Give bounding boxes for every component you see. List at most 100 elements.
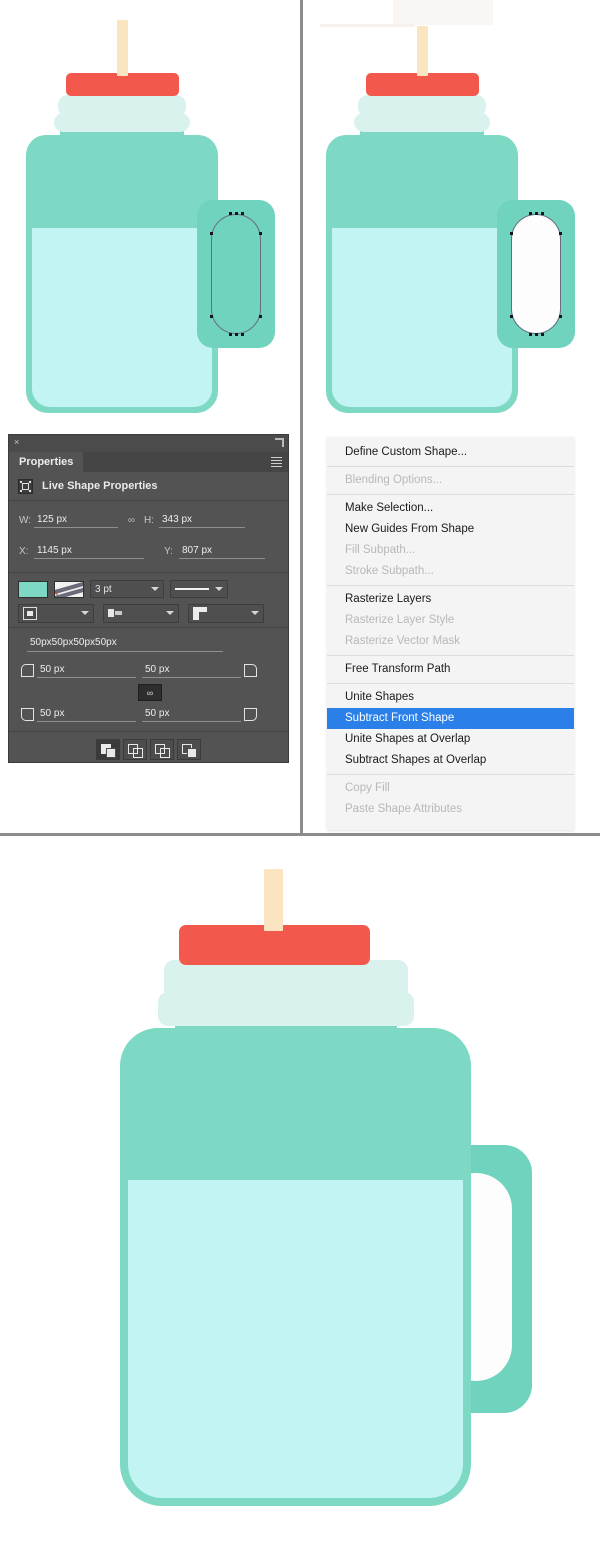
jar-neck-ring-upper xyxy=(358,95,486,117)
panel-tabrow: Properties xyxy=(9,452,288,472)
menu-item[interactable]: New Guides From Shape xyxy=(327,519,574,540)
path-anchor-point[interactable] xyxy=(510,315,513,318)
path-anchor-point[interactable] xyxy=(210,315,213,318)
jar-water xyxy=(32,228,212,407)
panel-menu-icon[interactable] xyxy=(271,457,282,467)
path-anchor-point[interactable] xyxy=(535,212,538,215)
live-shape-properties-label: Live Shape Properties xyxy=(42,480,158,492)
menu-separator xyxy=(327,494,574,495)
path-anchor-point[interactable] xyxy=(229,333,232,336)
screenshot-root: × Properties Live Shape Properties W: 12… xyxy=(0,0,600,1553)
collapse-panel-icon[interactable] xyxy=(275,438,284,447)
menu-item: Paste Shape Attributes xyxy=(345,803,462,815)
stroke-style-dropdown[interactable] xyxy=(170,580,228,598)
corner-top-right-icon xyxy=(244,664,257,677)
all-corners-input[interactable]: 50px50px50px50px xyxy=(27,636,223,652)
path-anchor-point[interactable] xyxy=(541,212,544,215)
horizontal-divider xyxy=(0,833,600,836)
tab-properties[interactable]: Properties xyxy=(9,452,84,472)
straw-top-overlay xyxy=(264,869,283,931)
radius-bottom-left-input[interactable]: 50 px xyxy=(37,707,136,722)
menu-item[interactable]: Unite Shapes xyxy=(327,687,574,708)
path-anchor-point[interactable] xyxy=(229,212,232,215)
menu-item[interactable]: Free Transform Path xyxy=(327,659,574,680)
path-anchor-point[interactable] xyxy=(541,333,544,336)
path-anchor-point[interactable] xyxy=(241,212,244,215)
chevron-down-icon xyxy=(151,587,159,591)
bottom-corners-row: 50 px 50 px xyxy=(21,704,278,725)
live-shape-icon xyxy=(18,478,33,494)
menu-item: Fill Subpath... xyxy=(345,544,416,556)
menu-item[interactable]: Rasterize Layers xyxy=(327,589,574,610)
stroke-corners-icon xyxy=(193,606,207,620)
jar-neck-ring-upper xyxy=(58,95,186,117)
link-corner-radii-button[interactable]: ∞ xyxy=(137,684,162,701)
close-icon[interactable]: × xyxy=(14,438,22,447)
width-label: W: xyxy=(19,514,32,526)
path-anchor-point[interactable] xyxy=(210,232,213,235)
corner-radius-section: 50px50px50px50px 50 px 50 px ∞ 50 px 50 … xyxy=(9,628,288,732)
subtract-front-shape-button[interactable] xyxy=(123,739,147,760)
path-anchor-point[interactable] xyxy=(529,333,532,336)
jar-illustration-panel-3 xyxy=(0,840,600,1553)
jar-neck-ring-upper xyxy=(164,960,408,1000)
menu-item[interactable]: Make Selection... xyxy=(327,498,574,519)
height-input[interactable]: 343 px xyxy=(159,513,245,528)
y-input[interactable]: 807 px xyxy=(179,544,265,559)
menu-item: Blending Options... xyxy=(345,474,443,486)
stroke-corners-dropdown[interactable] xyxy=(188,603,264,623)
path-anchor-point[interactable] xyxy=(241,333,244,336)
menu-item: Rasterize Vector Mask xyxy=(345,635,461,647)
menu-item[interactable]: Unite Shapes at Overlap xyxy=(327,729,574,750)
menu-separator xyxy=(327,655,574,656)
stroke-width-dropdown[interactable]: 3 pt xyxy=(90,580,164,598)
straw-top-overlay xyxy=(417,26,428,76)
jar-cap xyxy=(366,73,479,96)
path-anchor-point[interactable] xyxy=(535,333,538,336)
radius-top-right-input[interactable]: 50 px xyxy=(142,663,241,678)
stroke-color-swatch[interactable] xyxy=(54,580,84,598)
chevron-down-icon xyxy=(251,611,259,615)
path-anchor-point[interactable] xyxy=(235,333,238,336)
x-input[interactable]: 1145 px xyxy=(34,544,144,559)
stroke-width-value: 3 pt xyxy=(95,583,112,595)
menu-separator xyxy=(327,466,574,467)
stroke-caps-icon xyxy=(108,607,122,620)
path-anchor-point[interactable] xyxy=(510,232,513,235)
path-anchor-point[interactable] xyxy=(259,232,262,235)
exclude-overlapping-shapes-button[interactable] xyxy=(177,739,201,760)
path-anchor-point[interactable] xyxy=(559,315,562,318)
stroke-caps-dropdown[interactable] xyxy=(103,603,179,623)
path-anchor-point[interactable] xyxy=(235,212,238,215)
properties-panel[interactable]: × Properties Live Shape Properties W: 12… xyxy=(8,434,289,763)
path-context-menu[interactable]: Define Custom Shape... Blending Options..… xyxy=(327,437,574,830)
menu-item[interactable]: Subtract Shapes at Overlap xyxy=(327,750,574,771)
live-shape-header: Live Shape Properties xyxy=(9,472,288,501)
path-anchor-point[interactable] xyxy=(559,232,562,235)
stroke-align-dropdown[interactable] xyxy=(18,603,94,623)
radius-bottom-right-input[interactable]: 50 px xyxy=(142,707,241,722)
link-wh-icon[interactable]: ∞ xyxy=(118,515,144,526)
menu-item[interactable]: Subtract Front Shape xyxy=(327,708,574,729)
radius-top-left-input[interactable]: 50 px xyxy=(37,663,136,678)
jar-water xyxy=(128,1180,463,1498)
intersect-shapes-button[interactable] xyxy=(150,739,174,760)
ghost-bounding-box xyxy=(393,0,493,25)
handle-inner-path[interactable] xyxy=(211,214,261,334)
straw-top-overlay xyxy=(117,20,128,76)
height-label: H: xyxy=(144,514,154,526)
vertical-divider xyxy=(300,0,303,833)
menu-item: Rasterize Layer Style xyxy=(345,614,455,626)
handle-inner-path[interactable] xyxy=(511,214,561,334)
width-input[interactable]: 125 px xyxy=(34,513,118,528)
menu-separator xyxy=(327,774,574,775)
path-anchor-point[interactable] xyxy=(259,315,262,318)
corner-bottom-left-icon xyxy=(21,708,34,721)
path-operations-row xyxy=(9,732,288,769)
unite-shapes-button[interactable] xyxy=(96,739,120,760)
menu-item: Copy Fill xyxy=(345,782,390,794)
ghost-bar xyxy=(320,24,415,27)
path-anchor-point[interactable] xyxy=(529,212,532,215)
fill-color-swatch[interactable] xyxy=(18,580,48,598)
menu-item[interactable]: Define Custom Shape... xyxy=(327,442,574,463)
